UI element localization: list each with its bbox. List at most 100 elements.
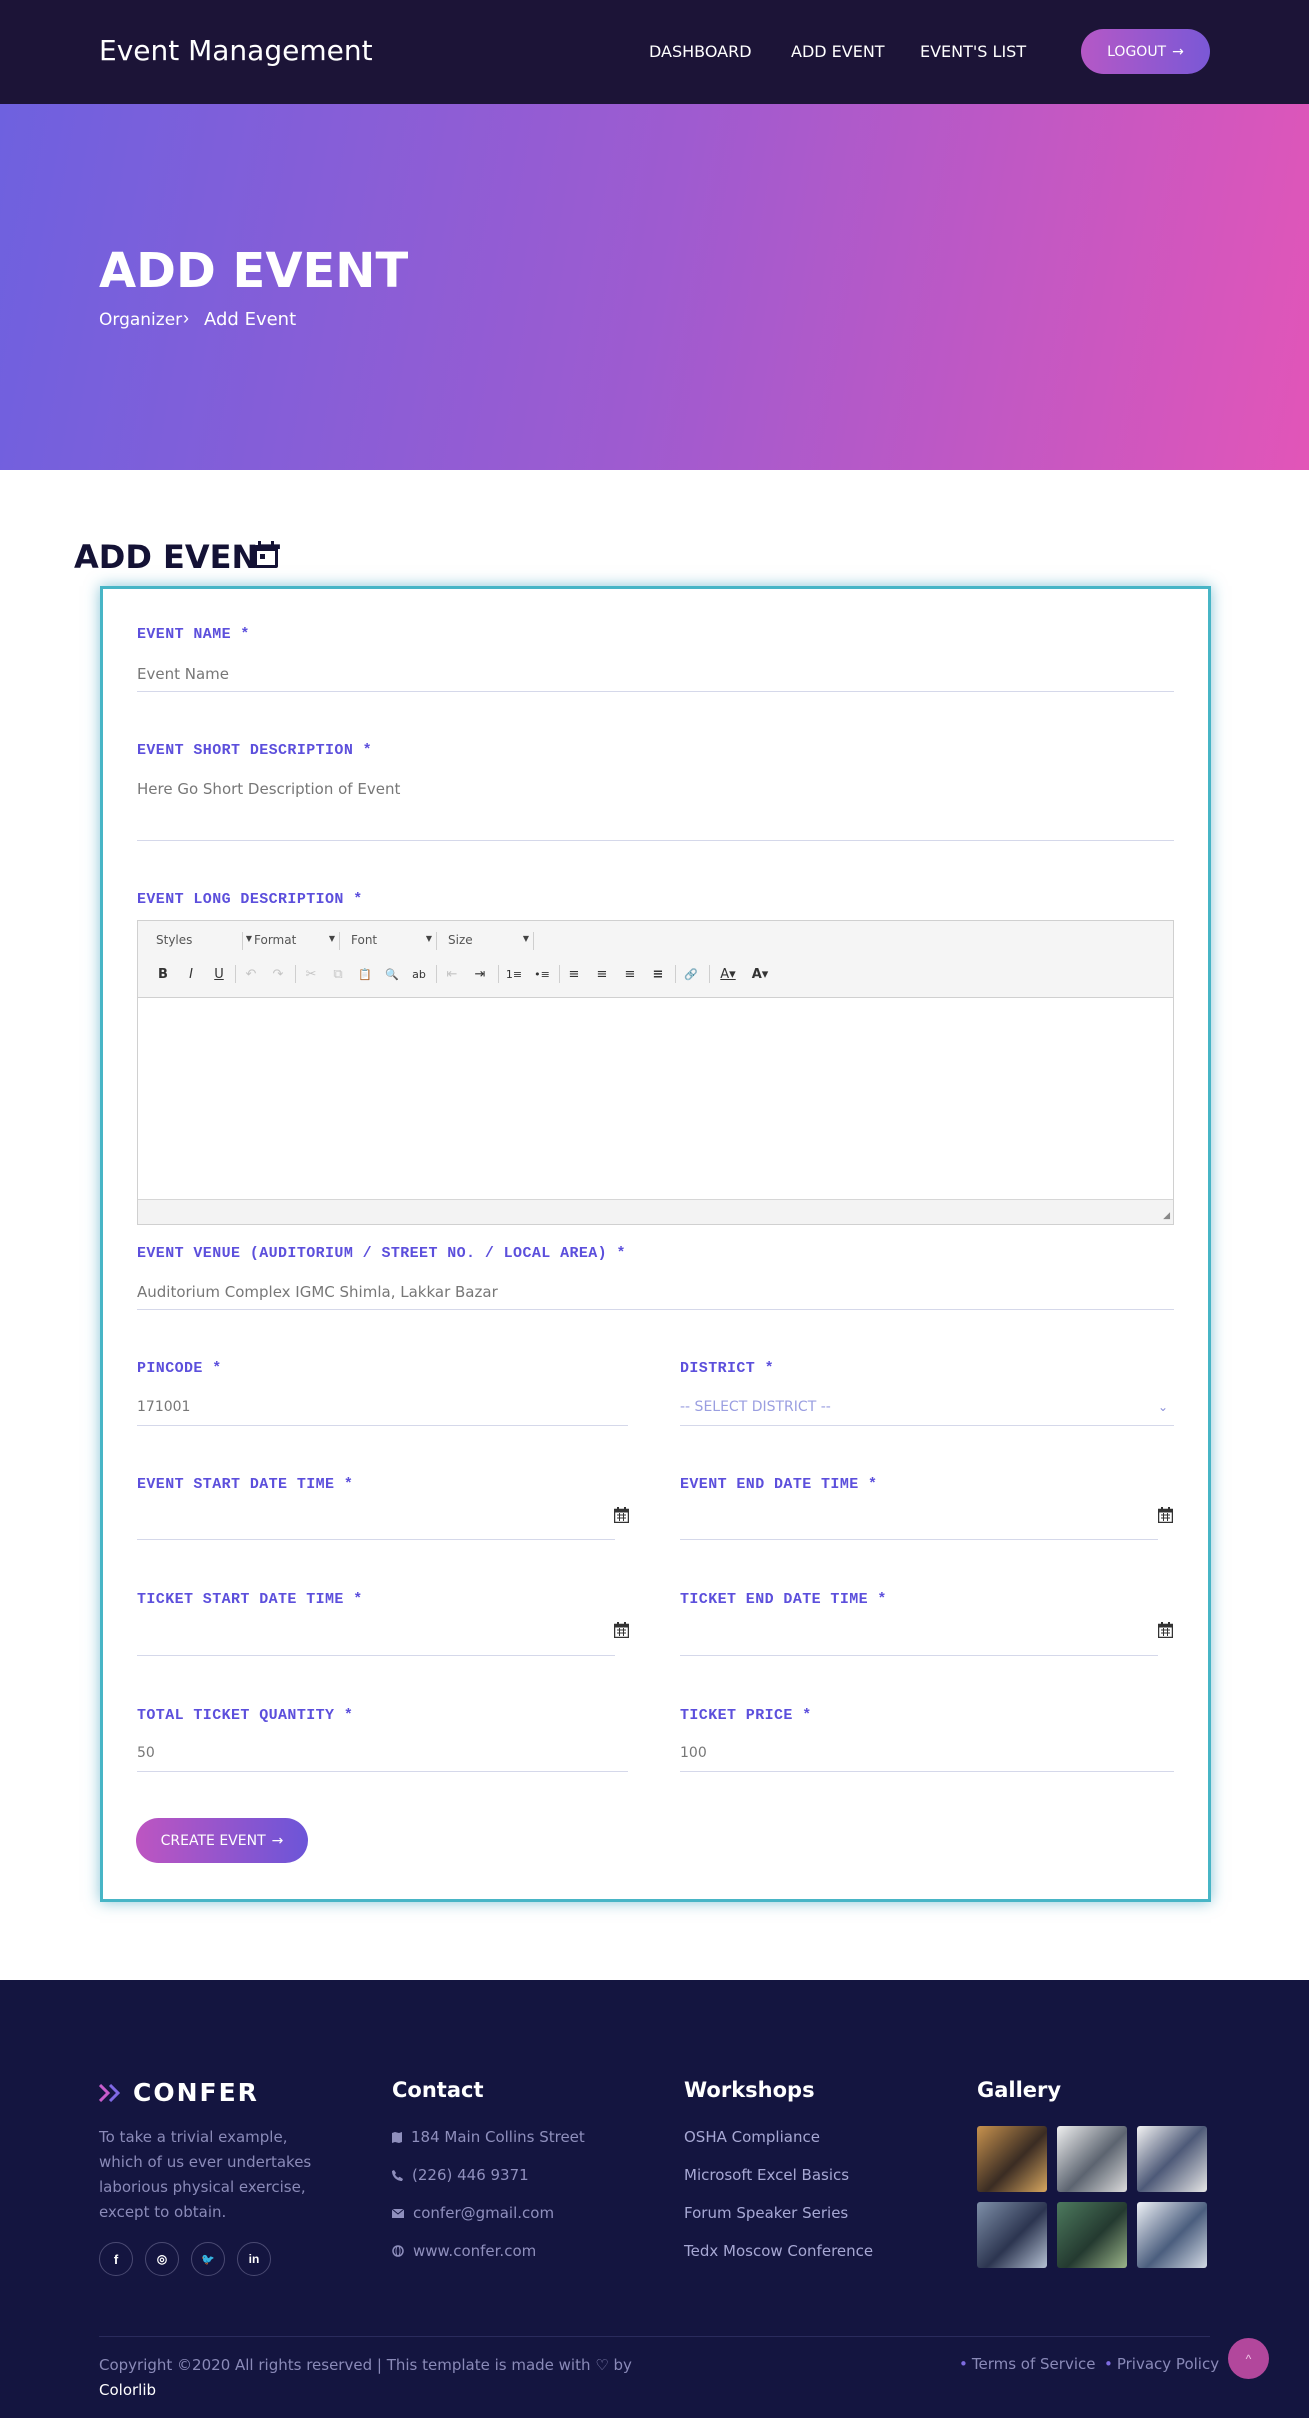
bulleted-list-icon[interactable]: •≡	[532, 965, 552, 983]
brand-title[interactable]: Event Management	[99, 34, 373, 67]
short-description-textarea[interactable]: Here Go Short Description of Event	[137, 780, 400, 798]
background-color-icon[interactable]: A▾	[747, 965, 773, 983]
ticket-quantity-underline	[137, 1771, 628, 1772]
redo-icon[interactable]: ↷	[269, 965, 287, 983]
align-right-icon[interactable]: ≡	[621, 965, 639, 983]
district-underline	[680, 1425, 1174, 1426]
ticket-end-underline	[680, 1655, 1158, 1656]
align-left-icon[interactable]: ≡	[565, 965, 583, 983]
editor-toolbar: Styles ▼ Format ▼ Font ▼ Size ▼ B I U ↶ ↷ ✂ …	[138, 921, 1173, 998]
size-dropdown[interactable]: Size ▼	[448, 933, 529, 951]
short-description-label: EVENT SHORT DESCRIPTION *	[137, 742, 373, 759]
workshop-link[interactable]: Microsoft Excel Basics	[684, 2166, 849, 2184]
editor-statusbar: ◢	[138, 1199, 1173, 1224]
cut-icon[interactable]: ✂	[302, 965, 320, 983]
linkedin-icon[interactable]: in	[237, 2242, 271, 2276]
colorlib-link[interactable]: Colorlib	[99, 2381, 156, 2399]
undo-icon[interactable]: ↶	[242, 965, 260, 983]
ticket-price-input[interactable]: 100	[680, 1745, 707, 1761]
toolbar-divider	[235, 965, 236, 983]
paste-icon[interactable]: 📋	[356, 965, 374, 983]
format-dropdown[interactable]: Format ▼	[254, 933, 335, 951]
align-center-icon[interactable]: ≡	[593, 965, 611, 983]
hero-title: ADD EVENT	[99, 243, 409, 299]
workshop-link[interactable]: OSHA Compliance	[684, 2128, 820, 2146]
district-label: DISTRICT *	[680, 1360, 775, 1377]
calendar-icon[interactable]	[614, 1622, 629, 1638]
gallery-heading: Gallery	[977, 2078, 1062, 2102]
link-icon[interactable]: 🔗	[681, 965, 701, 983]
styles-dropdown[interactable]: Styles ▼	[156, 933, 252, 951]
nav-add-event[interactable]: ADD EVENT	[791, 42, 885, 61]
workshop-link[interactable]: Tedx Moscow Conference	[684, 2242, 873, 2260]
nav-events-list[interactable]: EVENT'S LIST	[920, 42, 1026, 61]
ticket-quantity-input[interactable]: 50	[137, 1745, 155, 1761]
chevron-down-icon: ▼	[328, 934, 335, 943]
numbered-list-icon[interactable]: 1≡	[504, 965, 524, 983]
workshop-link[interactable]: Forum Speaker Series	[684, 2204, 848, 2222]
twitter-icon[interactable]: 🐦	[191, 2242, 225, 2276]
ticket-quantity-label: TOTAL TICKET QUANTITY *	[137, 1707, 354, 1724]
gallery-image[interactable]	[1137, 2202, 1207, 2268]
gallery-image[interactable]	[977, 2126, 1047, 2192]
privacy-link[interactable]: • Privacy Policy	[1104, 2355, 1219, 2373]
ticket-price-label: TICKET PRICE *	[680, 1707, 812, 1724]
terms-link[interactable]: • Terms of Service	[959, 2355, 1095, 2373]
find-icon[interactable]: 🔍	[383, 965, 401, 983]
gallery-image[interactable]	[977, 2202, 1047, 2268]
bullet-icon: •	[959, 2355, 968, 2373]
facebook-icon[interactable]: f	[99, 2242, 133, 2276]
copy-icon[interactable]: ⧉	[329, 965, 347, 983]
logout-button[interactable]: LOGOUT →	[1081, 29, 1210, 74]
calendar-icon[interactable]	[1158, 1622, 1173, 1638]
format-dropdown-label: Format	[254, 933, 297, 947]
breadcrumb-current: Add Event	[204, 309, 297, 330]
breadcrumb-organizer[interactable]: Organizer	[99, 310, 182, 330]
gallery-image[interactable]	[1137, 2126, 1207, 2192]
toolbar-divider	[533, 932, 534, 950]
calendar-icon[interactable]	[1158, 1507, 1173, 1523]
gallery-image[interactable]	[1057, 2126, 1127, 2192]
underline-icon[interactable]: U	[210, 965, 228, 983]
italic-icon[interactable]: I	[182, 965, 200, 983]
instagram-icon[interactable]: ◎	[145, 2242, 179, 2276]
calendar-icon	[254, 541, 278, 568]
back-to-top-button[interactable]: ^	[1228, 2338, 1269, 2379]
toolbar-divider	[295, 965, 296, 983]
font-dropdown[interactable]: Font ▼	[351, 933, 432, 951]
contact-email[interactable]: confer@gmail.com	[392, 2204, 554, 2222]
text-color-icon[interactable]: A▾	[715, 965, 741, 983]
short-description-underline	[137, 840, 1174, 841]
chevron-down-icon: ⌄	[1158, 1400, 1169, 1414]
indent-icon[interactable]: ⇥	[471, 965, 489, 983]
footer-logo[interactable]: CONFER	[99, 2078, 259, 2107]
pincode-input[interactable]: 171001	[137, 1399, 190, 1415]
replace-icon[interactable]: ab	[410, 965, 428, 983]
bold-icon[interactable]: B	[154, 965, 172, 983]
mail-icon	[392, 2208, 404, 2218]
venue-input[interactable]: Auditorium Complex IGMC Shimla, Lakkar B…	[137, 1283, 498, 1301]
toolbar-divider	[498, 965, 499, 983]
contact-address: 184 Main Collins Street	[392, 2128, 585, 2146]
create-event-button[interactable]: CREATE EVENT →	[136, 1818, 308, 1863]
nav-dashboard[interactable]: DASHBOARD	[649, 42, 752, 61]
contact-website[interactable]: www.confer.com	[392, 2242, 536, 2260]
event-end-underline	[680, 1539, 1158, 1540]
outdent-icon[interactable]: ⇤	[443, 965, 461, 983]
breadcrumb-separator-icon: ›	[183, 308, 189, 328]
rich-text-editor[interactable]: Styles ▼ Format ▼ Font ▼ Size ▼ B I U ↶ ↷ ✂ …	[137, 920, 1174, 1225]
double-chevron-icon	[99, 2083, 121, 2102]
gallery-image[interactable]	[1057, 2202, 1127, 2268]
toolbar-divider	[709, 965, 710, 983]
copyright-line: Copyright ©2020 All rights reserved | Th…	[99, 2356, 591, 2374]
event-name-input[interactable]: Event Name	[137, 665, 229, 683]
resize-handle-icon[interactable]: ◢	[1163, 1210, 1170, 1221]
toolbar-divider	[436, 932, 437, 950]
district-select[interactable]: -- SELECT DISTRICT --	[680, 1399, 831, 1415]
footer-logo-text: CONFER	[133, 2078, 259, 2107]
font-dropdown-label: Font	[351, 933, 378, 947]
event-name-underline	[137, 691, 1174, 692]
calendar-icon[interactable]	[614, 1507, 629, 1523]
pincode-label: PINCODE *	[137, 1360, 222, 1377]
justify-icon[interactable]: ≡	[649, 965, 667, 983]
